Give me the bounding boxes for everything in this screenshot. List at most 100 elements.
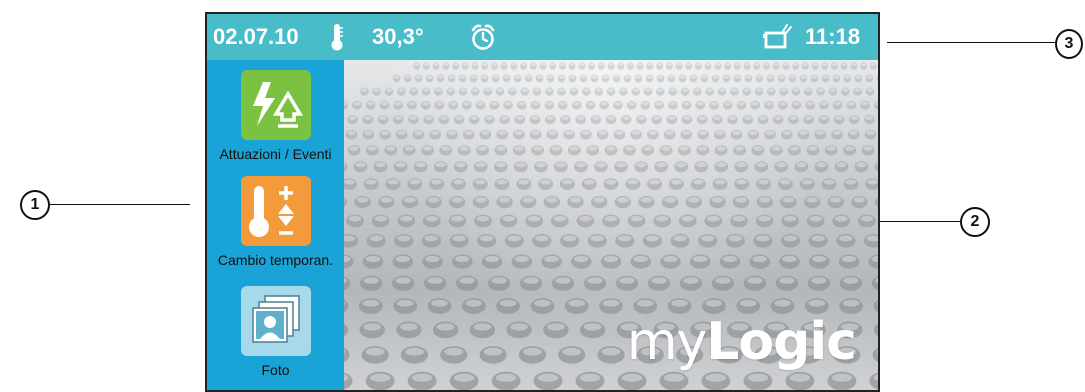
wallpaper-dimple-highlight [498, 130, 507, 135]
wallpaper-dimple-highlight [707, 215, 720, 222]
wallpaper-dimple-highlight [841, 255, 857, 263]
wallpaper-dimple-highlight [854, 88, 861, 92]
wallpaper-dimple-highlight [665, 130, 674, 135]
app-actuations-events[interactable]: Attuazioni / Eventi [207, 70, 344, 162]
wallpaper-dimple-highlight [404, 197, 416, 203]
wallpaper-dimple-highlight [645, 235, 660, 242]
wallpaper-dimple-highlight [355, 162, 366, 168]
wallpaper-dimple-highlight [706, 88, 713, 92]
wallpaper-dimple-highlight [615, 130, 624, 135]
wallpaper-dimple-highlight [433, 63, 439, 67]
wallpaper-dimple-highlight [484, 255, 500, 263]
wallpaper-dimple-highlight [496, 179, 508, 185]
wallpaper-dimple-highlight [545, 101, 553, 106]
time-label: 11:18 [805, 24, 861, 49]
wallpaper-dimple-highlight [381, 101, 388, 106]
wallpaper-dimple-highlight [514, 255, 529, 263]
wallpaper-dimple-highlight [679, 75, 686, 79]
wallpaper-dimple-highlight [831, 373, 853, 382]
wallpaper-dimple-highlight [579, 63, 585, 67]
wallpaper-dimple-highlight [576, 162, 586, 168]
answering-machine-icon[interactable] [763, 14, 793, 60]
wallpaper-dimple-highlight [830, 197, 842, 203]
wallpaper-dimple-highlight [348, 215, 362, 222]
app-label: Foto [261, 362, 290, 378]
wallpaper-dimple-highlight [765, 101, 773, 106]
wallpaper-dimple-highlight [732, 215, 746, 222]
wallpaper-dimple-highlight [712, 75, 719, 79]
alarm-clock-icon[interactable] [470, 14, 496, 60]
wallpaper-dimple-highlight [698, 115, 706, 120]
wallpaper-dimple-highlight [866, 130, 875, 135]
wallpaper-dimple [344, 162, 348, 172]
wallpaper-dimple-highlight [715, 63, 721, 67]
wallpaper-dimple-highlight [361, 88, 368, 92]
wallpaper-dimple-highlight [386, 88, 392, 92]
wallpaper-dimple-highlight [547, 323, 565, 331]
wallpaper-dimple-highlight [860, 215, 874, 222]
wallpaper-dimple-highlight [427, 277, 443, 284]
wallpaper-dimple-highlight [705, 299, 723, 307]
wallpaper-dimple-highlight [701, 235, 715, 242]
wallpaper-dimple-highlight [525, 75, 532, 79]
wallpaper-dimple-highlight [624, 75, 631, 79]
wallpaper-dimple-highlight [632, 130, 641, 135]
wallpaper-dimple-highlight [415, 162, 426, 168]
wallpaper-dimple-highlight [364, 115, 372, 120]
wallpaper-dimple-highlight [453, 63, 458, 67]
wallpaper-dimple-highlight [793, 63, 798, 67]
wallpaper-dimple-highlight [576, 115, 585, 120]
wallpaper-dimple-highlight [423, 146, 432, 151]
wallpaper-dimple-highlight [476, 215, 490, 222]
wallpaper-dimple-highlight [530, 63, 536, 67]
wallpaper-dimple-highlight [861, 63, 866, 67]
wallpaper-dimple-highlight [518, 179, 530, 185]
wallpaper-dimple-highlight [651, 277, 667, 284]
wallpaper-dimple-highlight [465, 299, 483, 307]
wallpaper-dimple-highlight [414, 63, 420, 67]
wallpaper-dimple [344, 372, 353, 390]
wallpaper-dimple-highlight [588, 146, 597, 151]
wallpaper-dimple-highlight [409, 179, 420, 185]
wallpaper-dimple-highlight [811, 277, 827, 284]
wallpaper-dimple-highlight [800, 75, 807, 79]
wallpaper-dimple-highlight [365, 255, 381, 263]
wallpaper-dimple-highlight [464, 130, 473, 135]
wallpaper-dimple-highlight [514, 146, 524, 151]
wallpaper-dimple-highlight [568, 299, 585, 307]
wallpaper-dimple-highlight [671, 299, 688, 307]
wallpaper-dimple-highlight [521, 63, 526, 67]
wallpaper-dimple-highlight [637, 299, 654, 307]
wallpaper-dimple-highlight [696, 162, 707, 168]
wallpaper-dimple-highlight [425, 215, 438, 222]
wallpaper-dimple-highlight [369, 373, 391, 382]
logo-logic: Logic [706, 312, 857, 372]
wallpaper-dimple-highlight [598, 63, 604, 67]
wallpaper-dimple-highlight [601, 347, 621, 356]
wallpaper-dimple-highlight [830, 88, 836, 92]
wallpaper-dimple [871, 276, 878, 291]
wallpaper-dimple-highlight [579, 373, 601, 382]
wallpaper-dimple-highlight [804, 115, 813, 120]
wallpaper-dimple-highlight [472, 63, 478, 67]
wallpaper-dimple-highlight [698, 146, 708, 151]
wallpaper-dimple-highlight [711, 197, 724, 203]
wallpaper-dimple-highlight [523, 277, 539, 284]
app-temperature-change[interactable]: Cambio temporan. [207, 176, 344, 268]
wallpaper-dimple-highlight [375, 162, 386, 168]
wallpaper-dimple-highlight [449, 101, 457, 106]
app-photo[interactable]: Foto [207, 286, 344, 378]
wallpaper-dimple-highlight [796, 162, 807, 168]
wallpaper-dimple-highlight [510, 323, 528, 331]
wallpaper-dimple-highlight [682, 130, 691, 135]
wallpaper-dimple-highlight [637, 115, 646, 120]
wallpaper-dimple-highlight [605, 179, 617, 185]
wallpaper-dimple-highlight [548, 130, 557, 135]
wallpaper-dimple-highlight [621, 373, 643, 382]
wallpaper-dimple-highlight [836, 162, 847, 168]
wallpaper-dimple-highlight [656, 215, 669, 222]
wallpaper-dimple-highlight [808, 146, 818, 151]
wallpaper-dimple-highlight [455, 255, 470, 263]
wallpaper-dimple-highlight [365, 179, 377, 185]
wallpaper-dimple-highlight [643, 146, 653, 151]
